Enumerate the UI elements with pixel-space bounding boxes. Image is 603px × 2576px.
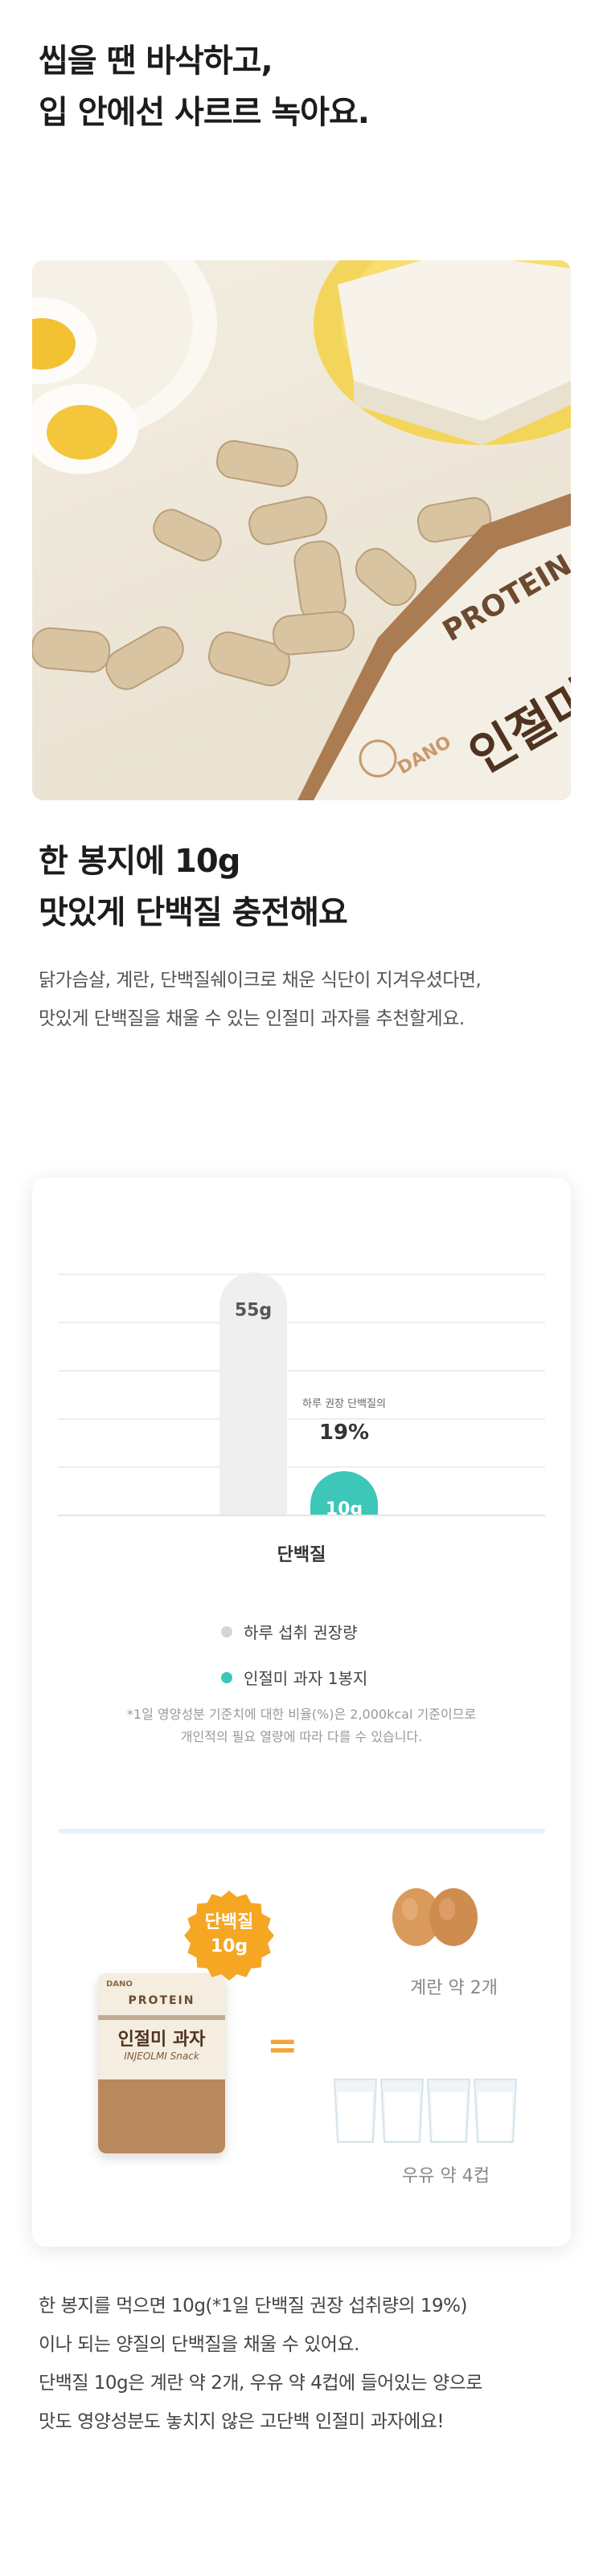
milk-label: 우유 약 4컵 [402, 2166, 490, 2186]
section-description: 닭가슴살, 계란, 단백질쉐이크로 채운 식단이 지겨우셨다면, 맛있게 단백질… [39, 961, 482, 1038]
annotation-caption: 하루 권장 단백질의 [302, 1398, 386, 1410]
section-desc-line-2: 맛있게 단백질을 채울 수 있는 인절미 과자를 추천할게요. [39, 1008, 465, 1029]
bottom-line-2: 이나 되는 양질의 단백질을 채울 수 있어요. [39, 2334, 359, 2355]
card-divider [58, 1829, 545, 1834]
egg-label: 계란 약 2개 [410, 1978, 498, 1998]
product-photo-illustration: PROTEIN 인절미 DANO [32, 260, 571, 800]
bottom-description: 한 봉지를 먹으면 10g(*1일 단백질 권장 섭취량의 19%) 이나 되는… [39, 2287, 482, 2441]
chart-legend: 하루 섭취 권장량 인절미 과자 1봉지 [32, 1620, 571, 1689]
headline-line-2: 입 안에선 사르르 녹아요. [39, 94, 370, 131]
badge-line-2: 10g [210, 1936, 248, 1957]
pouch-name: 인절미 과자 [117, 2030, 206, 2050]
milk-glass-icon [333, 2079, 518, 2143]
snack-pouch: DANO PROTEIN 인절미 과자 INJEOLMI Snack [98, 1973, 225, 2153]
legend-label-snack: 인절미 과자 1봉지 [244, 1669, 368, 1688]
egg-icon [392, 1888, 478, 1946]
footnote-line-2: 개인적의 필요 열량에 따라 다를 수 있습니다. [180, 1729, 423, 1744]
footnote: *1일 영양성분 기준치에 대한 비율(%)은 2,000kcal 기준이므로 … [32, 1703, 571, 1748]
section-desc-line-1: 닭가슴살, 계란, 단백질쉐이크로 채운 식단이 지겨우셨다면, [39, 970, 482, 991]
legend-label-daily: 하루 섭취 권장량 [244, 1623, 358, 1642]
bar-value-label: 55g [235, 1301, 272, 1321]
bottom-line-1: 한 봉지를 먹으면 10g(*1일 단백질 권장 섭취량의 19%) [39, 2296, 467, 2316]
nutrition-card: 55g 10g 하루 권장 단백질의 19% 단백질 하루 섭취 권장량 인절미 과자 … [32, 1178, 571, 2247]
section-title-line-1: 한 봉지에 10g [39, 843, 240, 880]
headline: 씹을 땐 바삭하고, 입 안에선 사르르 녹아요. [39, 35, 370, 138]
badge-line-1: 단백질 [204, 1912, 254, 1932]
protein-chart: 55g 10g 하루 권장 단백질의 19% 단백질 [58, 1272, 545, 1565]
equals-sign: = [267, 2023, 298, 2067]
bar-value-label: 10g [326, 1499, 363, 1519]
pouch-band [98, 2015, 225, 2020]
legend-item-daily: 하루 섭취 권장량 [221, 1620, 382, 1643]
protein-badge: 단백질 10g [183, 1890, 275, 1981]
legend-dot-snack [221, 1671, 232, 1683]
section-title-line-2: 맛있게 단백질 충전해요 [39, 894, 348, 931]
headline-line-1: 씹을 땐 바삭하고, [39, 43, 273, 80]
legend-dot-daily [221, 1625, 232, 1638]
product-photo: PROTEIN 인절미 DANO [32, 260, 571, 800]
x-axis-label: 단백질 [277, 1545, 326, 1565]
pouch-subtitle: INJEOLMI Snack [124, 2051, 199, 2062]
annotation-value: 19% [319, 1421, 369, 1445]
bottom-line-3: 단백질 10g은 계란 약 2개, 우유 약 4컵에 들어있는 양으로 [39, 2373, 482, 2394]
legend-item-snack: 인절미 과자 1봉지 [221, 1666, 382, 1689]
section-title: 한 봉지에 10g 맛있게 단백질 충전해요 [39, 836, 348, 938]
footnote-line-1: *1일 영양성분 기준치에 대한 비율(%)은 2,000kcal 기준이므로 [126, 1707, 477, 1722]
pouch-bottom [98, 2079, 225, 2153]
bottom-line-4: 맛도 영양성분도 놓치지 않은 고단백 인절미 과자에요! [39, 2411, 445, 2432]
